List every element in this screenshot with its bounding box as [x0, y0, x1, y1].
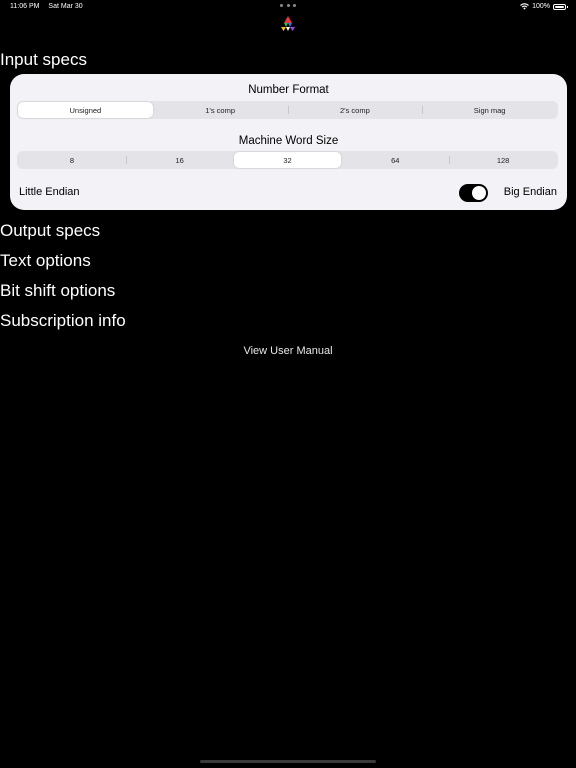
input-specs-card: Number Format Unsigned 1's comp 2's comp… — [10, 74, 567, 210]
segment-16[interactable]: 16 — [125, 152, 234, 168]
section-text-options[interactable]: Text options — [0, 251, 91, 271]
section-output-specs[interactable]: Output specs — [0, 221, 100, 241]
section-subscription-info[interactable]: Subscription info — [0, 311, 126, 331]
status-bar: 11:06 PM Sat Mar 30 100% — [0, 0, 576, 14]
segment-sign-mag[interactable]: Sign mag — [422, 102, 557, 118]
little-endian-label: Little Endian — [19, 186, 80, 198]
home-indicator[interactable] — [200, 760, 376, 763]
number-format-heading: Number Format — [248, 84, 329, 96]
wifi-icon — [520, 3, 529, 10]
multitasking-dots-icon[interactable] — [280, 4, 296, 8]
battery-icon — [553, 3, 568, 10]
segment-ones-comp[interactable]: 1's comp — [153, 102, 288, 118]
status-left: 11:06 PM Sat Mar 30 — [10, 3, 90, 10]
segment-32[interactable]: 32 — [233, 152, 342, 168]
segment-8[interactable]: 8 — [18, 152, 126, 168]
number-format-control: Unsigned 1's comp 2's comp Sign mag — [17, 101, 558, 119]
segment-unsigned[interactable]: Unsigned — [18, 102, 153, 118]
segment-128[interactable]: 128 — [449, 152, 557, 168]
word-size-control: 8 16 32 64 128 — [17, 151, 558, 169]
word-size-heading: Machine Word Size — [238, 135, 339, 147]
section-bit-shift-options[interactable]: Bit shift options — [0, 281, 115, 301]
app-logo-icon — [281, 16, 295, 31]
big-endian-label: Big Endian — [503, 186, 557, 198]
status-time: 11:06 PM — [10, 3, 40, 10]
endian-toggle[interactable] — [459, 184, 488, 202]
status-right: 100% — [520, 3, 568, 10]
segment-twos-comp[interactable]: 2's comp — [287, 102, 423, 118]
segment-64[interactable]: 64 — [341, 152, 449, 168]
section-input-specs[interactable]: Input specs — [0, 50, 87, 70]
view-user-manual-link[interactable]: View User Manual — [0, 345, 576, 357]
status-date: Sat Mar 30 — [48, 3, 83, 10]
battery-percent: 100% — [532, 3, 550, 10]
